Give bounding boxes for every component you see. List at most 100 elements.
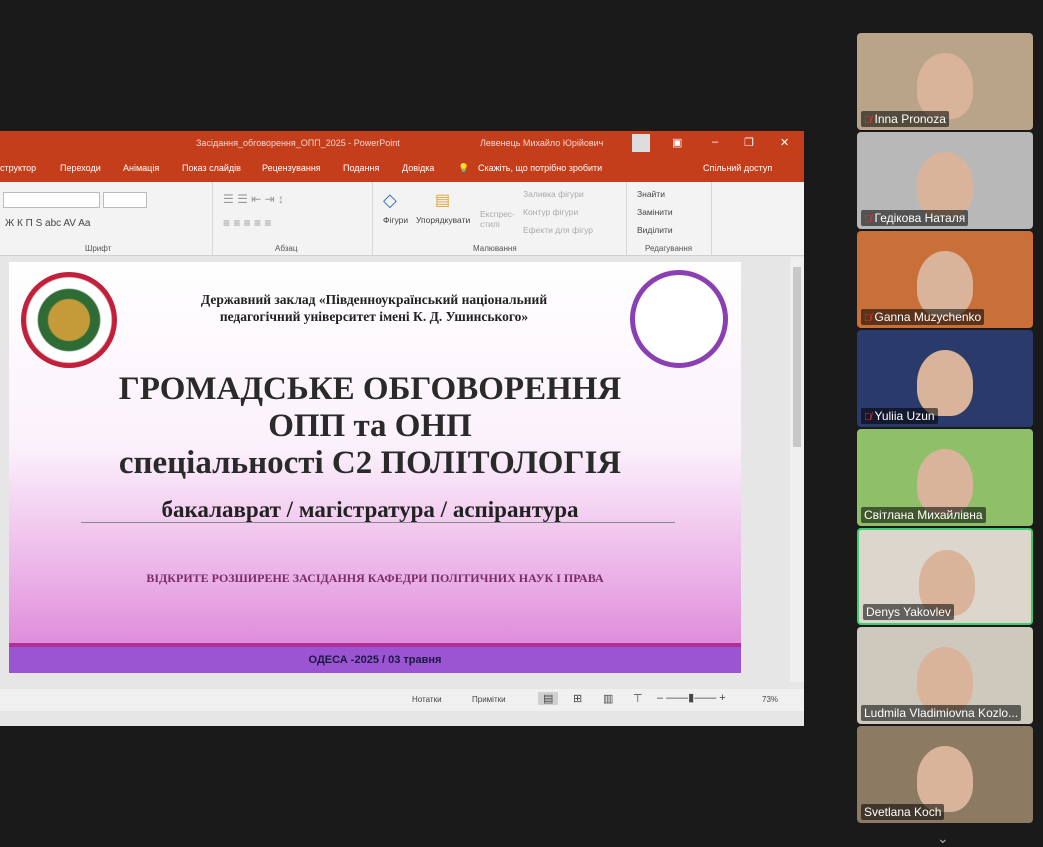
ribbon-display-icon[interactable]: ▣ — [672, 136, 682, 149]
participant-video — [917, 746, 973, 812]
font-group: Ж К П S abc AV Aa Шрифт — [0, 182, 213, 256]
degrees: бакалаврат / магістратура / аспірантура — [161, 497, 579, 522]
close-button[interactable]: ✕ — [780, 136, 789, 149]
font-name-select[interactable] — [3, 192, 100, 208]
align-icons[interactable]: ≡ ≡ ≡ ≡ ≡ — [223, 216, 271, 230]
tab-view[interactable]: Подання — [343, 163, 379, 173]
divider — [81, 522, 675, 523]
group-label: Шрифт — [85, 244, 112, 253]
status-bar: Нотатки Примітки ▤ ⊞ ▥ ⊤ – ——▮—— + 73% — [0, 689, 804, 711]
find-button[interactable]: Знайти — [637, 189, 665, 199]
participant-tile[interactable]: Ludmila Vladimiovna Kozlo... — [857, 627, 1033, 724]
footer-bar: ОДЕСА -2025 / 03 травня — [9, 643, 741, 673]
select-button[interactable]: Виділити — [637, 225, 673, 235]
vertical-scrollbar[interactable] — [790, 257, 804, 682]
list-icons[interactable]: ☰ ☰ ⇤ ⇥ ↕ — [223, 192, 284, 206]
participant-tile[interactable]: 🎙̸ Ganna Muzychenko — [857, 231, 1033, 328]
avatar[interactable] — [632, 134, 650, 152]
department-logo — [630, 270, 728, 368]
maximize-button[interactable]: ❐ — [744, 136, 754, 149]
tab-slideshow[interactable]: Показ слайдів — [182, 163, 241, 173]
shapes-icon: ◇ — [383, 190, 397, 210]
drawing-group: ◇ Фігури ▤ Упорядкувати Експрес-стилі За… — [373, 182, 627, 256]
shape-fill-button[interactable]: Заливка фігури — [523, 189, 584, 199]
participant-tile[interactable]: Denys Yakovlev — [857, 528, 1033, 625]
powerpoint-window: Засідання_обговорення_ОПП_2025 - PowerPo… — [0, 131, 804, 726]
scroll-thumb[interactable] — [793, 267, 801, 447]
slide[interactable]: Державний заклад «Південноукраїнський на… — [9, 262, 741, 673]
participant-name: Svetlana Koch — [861, 804, 945, 820]
participant-tile[interactable]: 🎙̸ Гедікова Наталя — [857, 132, 1033, 229]
tell-me-input[interactable]: Скажіть, що потрібно зробити — [478, 163, 602, 173]
lightbulb-icon: 💡 — [458, 163, 470, 173]
participant-tile[interactable]: Svetlana Koch — [857, 726, 1033, 823]
zoom-slider[interactable]: – ——▮—— + — [657, 691, 726, 704]
participant-name: 🎙̸ Inna Pronoza — [861, 111, 949, 127]
participant-tile[interactable]: 🎙̸ Yuliia Uzun — [857, 330, 1033, 427]
slideshow-icon[interactable]: ⊤ — [633, 692, 643, 705]
participant-name: Ludmila Vladimiovna Kozlo... — [861, 705, 1022, 721]
participant-name: 🎙̸ Ganna Muzychenko — [861, 309, 985, 325]
participant-name-text: Yuliia Uzun — [874, 409, 935, 423]
arrange-icon: ▤ — [435, 192, 451, 209]
participant-name: 🎙̸ Yuliia Uzun — [861, 408, 938, 424]
shape-outline-button[interactable]: Контур фігури — [523, 207, 578, 217]
university-logo — [21, 272, 117, 368]
font-size-select[interactable] — [103, 192, 147, 208]
participant-video — [917, 449, 973, 515]
participant-name-text: Світлана Михайлівна — [864, 508, 983, 522]
user-name[interactable]: Левенець Михайло Юрійович — [480, 138, 603, 148]
participant-name-text: Denys Yakovlev — [866, 605, 951, 619]
ribbon: Ж К П S abc AV Aa Шрифт ☰ ☰ ⇤ ⇥ ↕ ≡ ≡ ≡ … — [0, 182, 804, 256]
tab-design[interactable]: структор — [0, 163, 36, 173]
muted-mic-icon: 🎙̸ — [864, 214, 872, 225]
editing-group: Знайти Замінити Виділити Редагування — [627, 182, 712, 256]
quick-styles-button[interactable]: Експрес-стилі — [480, 209, 518, 229]
participant-video — [917, 152, 973, 218]
collapse-chevron-icon[interactable]: ⌄ — [937, 830, 949, 847]
participant-video — [917, 53, 973, 119]
participant-tile[interactable]: Світлана Михайлівна — [857, 429, 1033, 526]
replace-button[interactable]: Замінити — [637, 207, 673, 217]
muted-mic-icon: 🎙̸ — [864, 313, 872, 324]
reading-view-icon[interactable]: ▥ — [603, 692, 613, 705]
participant-video — [917, 251, 973, 317]
group-label: Редагування — [645, 244, 693, 253]
shapes-button[interactable]: Фігури — [383, 215, 408, 225]
muted-mic-icon: 🎙̸ — [864, 412, 872, 423]
shape-effects-button[interactable]: Ефекти для фігур — [523, 225, 593, 235]
muted-mic-icon: 🎙̸ — [864, 115, 872, 126]
participant-name: Світлана Михайлівна — [861, 507, 986, 523]
font-format-buttons[interactable]: Ж К П S abc AV Aa — [5, 218, 90, 229]
slide-canvas: Державний заклад «Південноукраїнський на… — [0, 257, 790, 682]
participant-name: Denys Yakovlev — [863, 604, 954, 620]
slide-title-line: ОПП та ОНП — [268, 408, 472, 444]
comments-button[interactable]: Примітки — [472, 695, 506, 704]
group-label: Малювання — [473, 244, 517, 253]
participant-name-text: Ludmila Vladimiovna Kozlo... — [864, 706, 1019, 720]
notes-button[interactable]: Нотатки — [412, 695, 442, 704]
minimize-button[interactable]: – — [712, 136, 718, 148]
footer-text: ОДЕСА -2025 / 03 травня — [308, 654, 442, 666]
share-button[interactable]: Спільний доступ — [703, 163, 772, 173]
group-label: Абзац — [275, 244, 298, 253]
participant-name: 🎙̸ Гедікова Наталя — [861, 210, 969, 226]
participant-tile[interactable]: 🎙̸ Inna Pronoza — [857, 33, 1033, 130]
slide-sorter-icon[interactable]: ⊞ — [573, 692, 582, 705]
tab-animations[interactable]: Анімація — [123, 163, 159, 173]
normal-view-icon[interactable]: ▤ — [538, 692, 559, 705]
participant-name-text: Гедікова Наталя — [874, 211, 966, 225]
participant-video — [917, 350, 973, 416]
participant-video — [917, 647, 973, 713]
zoom-level[interactable]: 73% — [762, 695, 778, 704]
tab-review[interactable]: Рецензування — [262, 163, 321, 173]
slide-title-line: спеціальності С2 ПОЛІТОЛОГІЯ — [118, 445, 622, 481]
tab-transitions[interactable]: Переходи — [60, 163, 101, 173]
participant-name-text: Ganna Muzychenko — [874, 310, 982, 324]
tab-help[interactable]: Довідка — [402, 163, 434, 173]
arrange-button[interactable]: Упорядкувати — [416, 215, 470, 225]
ribbon-tabs: структор Переходи Анімація Показ слайдів… — [0, 155, 804, 182]
slide-title-line: ГРОМАДСЬКЕ ОБГОВОРЕННЯ — [118, 371, 622, 407]
institution-name: Державний заклад «Південноукраїнський на… — [200, 292, 548, 324]
participant-name-text: Svetlana Koch — [864, 805, 942, 819]
